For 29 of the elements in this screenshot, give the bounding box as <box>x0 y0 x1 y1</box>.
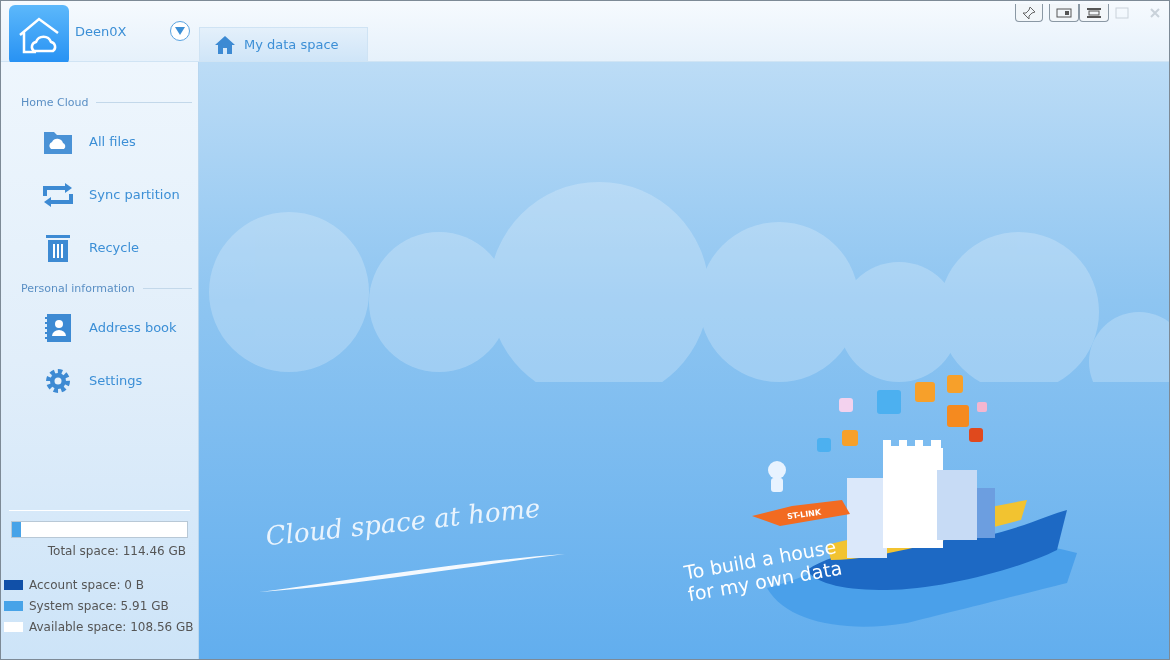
sidebar-item[interactable]: All files <box>1 115 198 168</box>
app-logo <box>9 5 69 65</box>
total-space: Total space: 114.46 GB <box>46 543 187 560</box>
contact-card-icon <box>44 312 72 343</box>
slogan-text: Cloud space at home <box>264 492 542 552</box>
sidebar-item[interactable]: Sync partition <box>1 168 198 221</box>
caret-icon <box>175 27 185 35</box>
full-view-button[interactable] <box>1079 4 1109 22</box>
sidebar-item[interactable]: Address book <box>1 301 198 354</box>
legend-label: System space: 5.91 GB <box>29 598 169 613</box>
pin-button[interactable] <box>1015 4 1043 22</box>
trash-icon <box>45 232 71 263</box>
section-title: Home Cloud <box>21 96 89 109</box>
legend-label: Available space: 108.56 GB <box>29 619 194 634</box>
compact-window-icon <box>1056 7 1072 18</box>
section-title: Personal information <box>21 282 135 295</box>
settings-icon <box>44 366 72 395</box>
full-window-icon <box>1086 7 1102 18</box>
banner-label: ST-LINK <box>786 507 822 522</box>
pin-icon <box>1022 5 1036 20</box>
compact-view-button[interactable] <box>1049 4 1079 22</box>
home-icon <box>214 34 236 55</box>
tab[interactable]: My data space <box>199 27 368 61</box>
sidebar-item[interactable]: Recycle <box>1 221 198 274</box>
legend-label: Account space: 0 B <box>29 577 144 592</box>
sidebar-item[interactable]: Settings <box>1 354 198 407</box>
user-name: Deen0X <box>75 23 128 39</box>
dropdown-button[interactable] <box>170 21 190 41</box>
sync-icon <box>41 181 75 208</box>
